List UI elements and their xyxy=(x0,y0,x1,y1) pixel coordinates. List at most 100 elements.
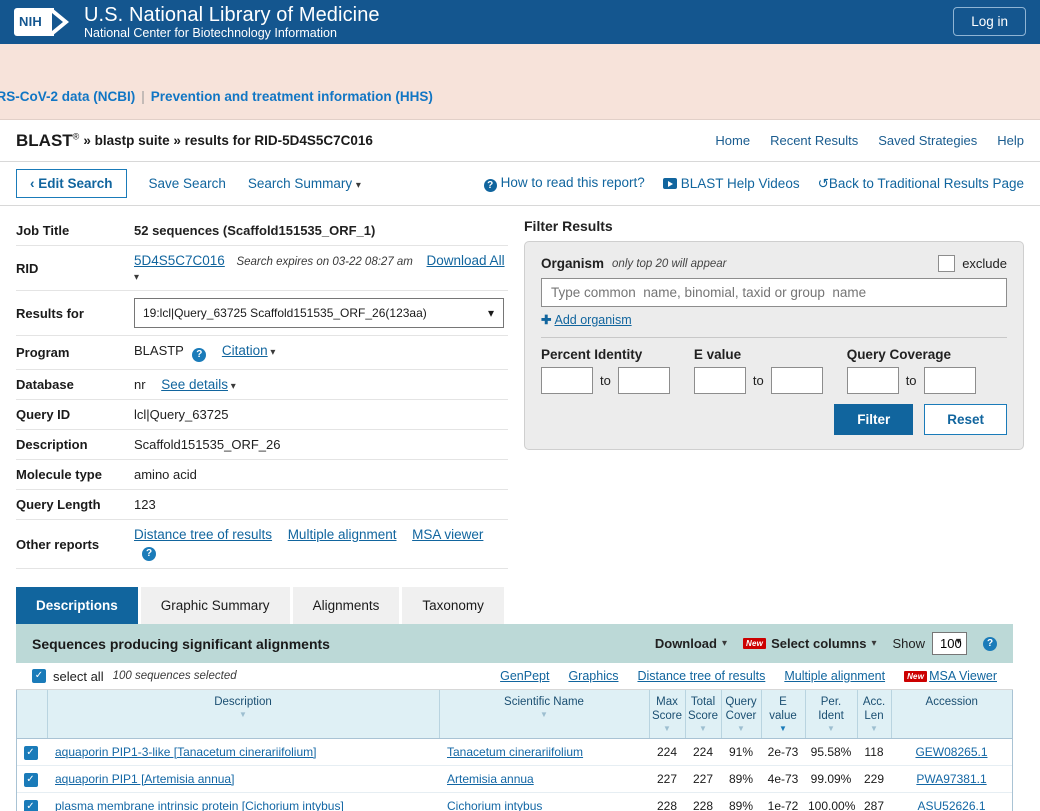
column-query-cover[interactable]: Query Cover ▼ xyxy=(721,690,762,739)
select-columns-label: Select columns xyxy=(771,636,867,651)
query-coverage-to-input[interactable] xyxy=(923,367,976,394)
back-traditional-link[interactable]: ↺Back to Traditional Results Page xyxy=(818,176,1024,192)
row-e-value-cell: 4e-73 xyxy=(761,765,805,793)
job-info-row-results-for: Results for 19:lcl|Query_63725 Scaffold1… xyxy=(16,291,508,336)
filter-button[interactable]: Filter xyxy=(834,404,914,435)
column-query-cover-line1: Query xyxy=(725,696,757,708)
show-count-select[interactable]: 100 xyxy=(932,632,967,655)
tab-descriptions[interactable]: Descriptions xyxy=(16,587,138,624)
column-scientific-name[interactable]: Scientific Name ▼ xyxy=(439,690,650,739)
job-info-row-other-reports: Other reports Distance tree of results M… xyxy=(16,520,508,569)
row-scientific-name-link[interactable]: Artemisia annua xyxy=(447,772,534,786)
row-checkbox-cell[interactable] xyxy=(17,765,47,793)
column-accession[interactable]: Accession xyxy=(891,690,1012,739)
row-accession-link[interactable]: GEW08265.1 xyxy=(915,745,987,759)
chevron-down-icon: ▾ xyxy=(355,180,361,191)
select-columns-dropdown[interactable]: New Select columns ▾ xyxy=(743,636,876,651)
row-description-link[interactable]: aquaporin PIP1-3-like [Tanacetum cinerar… xyxy=(55,745,316,759)
row-checkbox[interactable] xyxy=(23,799,38,811)
evalue-from-input[interactable] xyxy=(693,367,746,394)
msa-viewer-results-link[interactable]: MSA Viewer xyxy=(929,669,997,683)
row-max-score-cell: 224 xyxy=(649,738,685,766)
tab-alignments[interactable]: Alignments xyxy=(292,587,400,624)
table-row: aquaporin PIP1 [Artemisia annua] Artemisi… xyxy=(17,765,1012,793)
column-per-ident-line2: Ident xyxy=(818,710,844,723)
blast-title-bar: BLAST® » blastp suite » results for RID-… xyxy=(0,120,1040,162)
select-all-checkbox[interactable] xyxy=(32,669,46,683)
rid-link[interactable]: 5D4S5C7C016 xyxy=(134,253,225,268)
row-accession-link[interactable]: ASU52626.1 xyxy=(917,799,985,811)
column-per-ident-line1: Per. xyxy=(820,696,842,708)
genpept-link[interactable]: GenPept xyxy=(500,669,549,683)
percent-identity-from-input[interactable] xyxy=(541,367,593,394)
graphics-link[interactable]: Graphics xyxy=(568,669,618,683)
value-query-id: lcl|Query_63725 xyxy=(134,407,229,422)
results-help-icon[interactable]: ? xyxy=(983,636,997,651)
download-all-dropdown[interactable]: Download All xyxy=(427,253,505,268)
query-coverage-to-label: to xyxy=(905,373,917,388)
column-acc-len[interactable]: Acc. Len ▼ xyxy=(857,690,892,739)
label-results-for: Results for xyxy=(16,305,84,321)
nav-saved-strategies[interactable]: Saved Strategies xyxy=(878,133,977,148)
multiple-alignment-results-link[interactable]: Multiple alignment xyxy=(784,669,885,683)
results-panel: Sequences producing significant alignmen… xyxy=(16,624,1013,811)
evalue-to-input[interactable] xyxy=(770,367,823,394)
results-for-select[interactable]: 19:lcl|Query_63725 Scaffold151535_ORF_26… xyxy=(134,298,504,328)
chevron-down-icon: ▾ xyxy=(871,638,877,649)
help-videos-link[interactable]: BLAST Help Videos xyxy=(662,176,800,191)
blast-brand[interactable]: BLAST® xyxy=(16,131,79,151)
query-coverage-from-input[interactable] xyxy=(846,367,899,394)
row-checkbox-cell[interactable] xyxy=(17,738,47,766)
label-program: Program xyxy=(16,345,70,360)
row-description-link[interactable]: aquaporin PIP1 [Artemisia annua] xyxy=(55,772,234,786)
reset-button[interactable]: Reset xyxy=(924,404,1007,435)
search-summary-dropdown[interactable]: Search Summary ▾ xyxy=(248,176,361,191)
column-e-value[interactable]: Evalue ▼ xyxy=(761,690,806,739)
breadcrumb: » blastp suite » results for RID-5D4S5C7… xyxy=(83,133,373,148)
column-max-score[interactable]: Max Score ▼ xyxy=(649,690,686,739)
how-to-read-link[interactable]: ? How to read this report? xyxy=(483,175,645,192)
row-scientific-name-link[interactable]: Cichorium intybus xyxy=(447,799,542,811)
distance-tree-link[interactable]: Distance tree of results xyxy=(134,527,272,542)
percent-identity-to-input[interactable] xyxy=(617,367,670,394)
job-info-row-description: Description Scaffold151535_ORF_26 xyxy=(16,430,508,460)
other-reports-help-icon[interactable]: ? xyxy=(142,547,156,561)
exclude-checkbox[interactable] xyxy=(938,255,956,272)
edit-search-button[interactable]: ‹ Edit Search xyxy=(16,169,127,198)
add-organism-link[interactable]: Add organism xyxy=(554,313,631,327)
multiple-alignment-link[interactable]: Multiple alignment xyxy=(288,527,397,542)
nih-logo[interactable]: NIH U.S. National Library of Medicine Na… xyxy=(14,4,380,40)
citation-dropdown[interactable]: Citation xyxy=(222,343,268,358)
download-dropdown[interactable]: Download ▾ xyxy=(655,636,727,651)
nav-recent-results[interactable]: Recent Results xyxy=(770,133,858,148)
save-search-link[interactable]: Save Search xyxy=(149,176,226,191)
tab-taxonomy[interactable]: Taxonomy xyxy=(402,587,504,624)
organism-input[interactable] xyxy=(541,278,1007,307)
row-accession-link[interactable]: PWA97381.1 xyxy=(916,772,986,786)
distance-tree-results-link[interactable]: Distance tree of results xyxy=(637,669,765,683)
row-description-link[interactable]: plasma membrane intrinsic protein [Cicho… xyxy=(55,799,344,811)
login-button[interactable]: Log in xyxy=(953,7,1026,36)
covid-link-ncbi[interactable]: SARS-CoV-2 data (NCBI) xyxy=(0,89,135,104)
program-help-icon[interactable]: ? xyxy=(192,348,207,362)
row-checkbox[interactable] xyxy=(23,745,38,760)
column-description[interactable]: Description ▼ xyxy=(47,690,440,739)
value-molecule-type: amino acid xyxy=(134,467,197,482)
covid-alert-banner: ituation. mation (NIH)|SARS-CoV-2 data (… xyxy=(0,44,1040,120)
see-details-dropdown[interactable]: See details xyxy=(161,377,228,392)
row-scientific-name-link[interactable]: Tanacetum cinerariifolium xyxy=(447,745,583,759)
tab-graphic-summary[interactable]: Graphic Summary xyxy=(140,587,290,624)
nav-home[interactable]: Home xyxy=(715,133,750,148)
covid-link-hhs[interactable]: Prevention and treatment information (HH… xyxy=(151,89,433,104)
value-description: Scaffold151535_ORF_26 xyxy=(134,437,281,452)
column-max-score-line2: Score xyxy=(651,710,683,723)
row-checkbox-cell[interactable] xyxy=(17,792,47,811)
column-total-score[interactable]: Total Score ▼ xyxy=(685,690,722,739)
value-job-title: 52 sequences (Scaffold151535_ORF_1) xyxy=(134,223,376,238)
row-total-score-cell: 228 xyxy=(685,792,721,811)
column-per-ident[interactable]: Per. Ident ▼ xyxy=(805,690,858,739)
row-description-cell: plasma membrane intrinsic protein [Cicho… xyxy=(47,792,439,811)
msa-viewer-link[interactable]: MSA viewer xyxy=(412,527,483,542)
row-checkbox[interactable] xyxy=(23,772,38,787)
nav-help[interactable]: Help xyxy=(997,133,1024,148)
